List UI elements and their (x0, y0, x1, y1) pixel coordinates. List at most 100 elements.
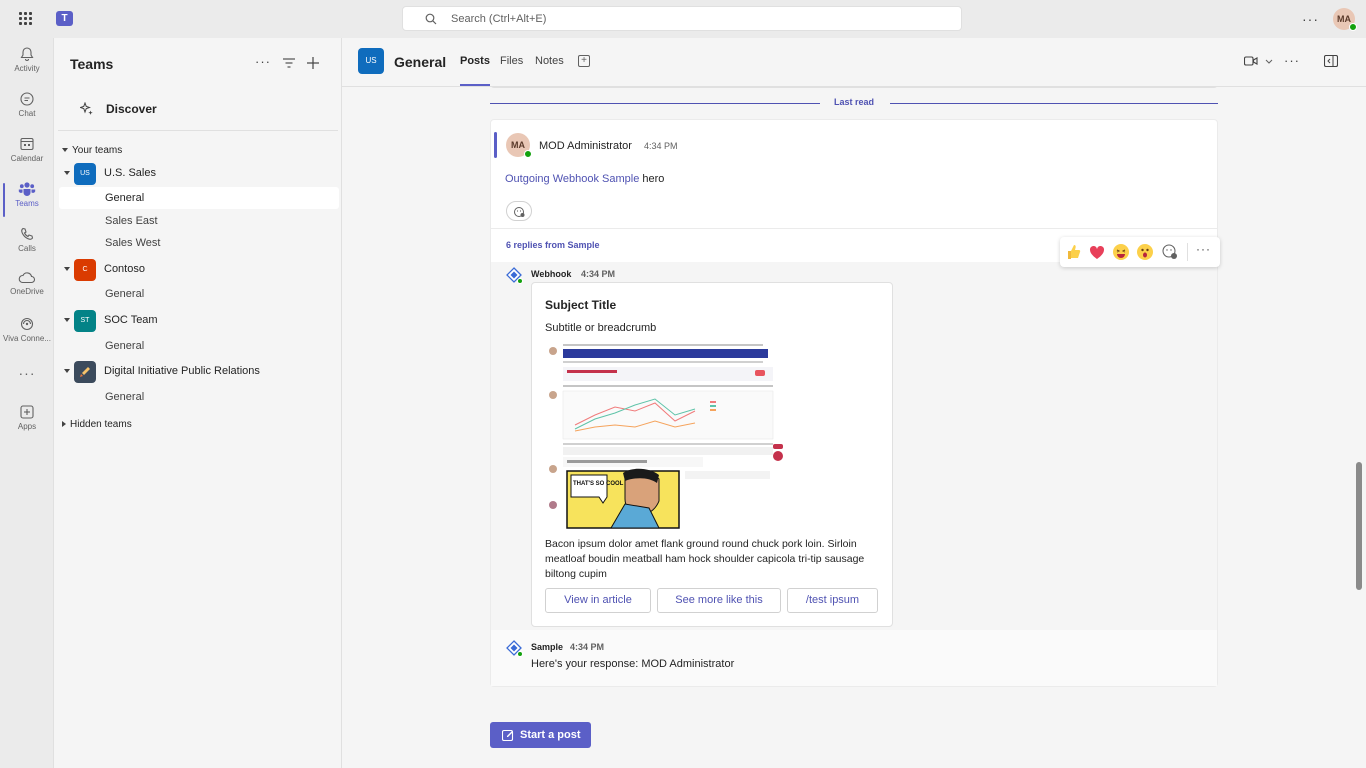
view-in-article-button[interactable]: View in article (545, 588, 651, 613)
divider (491, 228, 1217, 229)
tab-files[interactable]: Files (500, 55, 523, 67)
last-read-divider: Last read (490, 97, 1218, 109)
settings-more-icon[interactable]: ··· (1302, 11, 1319, 27)
search-input[interactable]: Search (Ctrl+Alt+E) (402, 6, 962, 31)
presence-available-icon (1349, 23, 1357, 31)
profile-avatar[interactable]: MA (1333, 8, 1357, 31)
add-reaction-button[interactable] (506, 201, 532, 221)
rail-item-activity[interactable]: Activity (0, 46, 54, 90)
card-hero-image: THAT'S SO COOL (545, 341, 881, 531)
rail-item-calendar[interactable]: Calendar (0, 136, 54, 180)
team-us-sales[interactable]: US U.S. Sales (62, 161, 338, 185)
channel-general-soc-team[interactable]: General (59, 335, 339, 357)
team-soc-team[interactable]: ST SOC Team (62, 308, 338, 332)
conversation-thread: MA MOD Administrator 4:34 PM Outgoing We… (490, 119, 1218, 687)
more-options-icon[interactable]: ··· (1196, 242, 1211, 256)
add-team-icon[interactable] (304, 54, 322, 72)
channel-header: US General Posts Files Notes + ··· (342, 38, 1366, 87)
post-body: Outgoing Webhook Sample hero (505, 173, 664, 185)
rail-label: Calendar (10, 154, 44, 163)
like-emoji-icon[interactable] (1064, 243, 1082, 261)
message-pane[interactable]: Last read MA MOD Administrator 4:34 PM O… (342, 87, 1366, 768)
more-options-icon[interactable]: ··· (254, 54, 272, 72)
add-tab-icon[interactable]: + (578, 55, 590, 67)
rail-item-onedrive[interactable]: OneDrive (0, 271, 54, 315)
card-image-caption: THAT'S SO COOL (573, 481, 624, 487)
open-side-panel-icon[interactable] (1324, 55, 1338, 67)
channel-general-digital-initiative[interactable]: General (59, 386, 339, 408)
reply-author[interactable]: Webhook (531, 269, 571, 279)
discover-label: Discover (106, 102, 157, 116)
channel-general-us-sales[interactable]: General (59, 187, 339, 209)
more-options-icon[interactable]: ··· (1284, 53, 1300, 68)
panel-title: Teams (70, 56, 114, 72)
reply-author[interactable]: Sample (531, 642, 563, 652)
tab-notes[interactable]: Notes (535, 55, 564, 67)
filter-icon[interactable] (280, 54, 298, 72)
video-call-icon[interactable] (1244, 55, 1258, 67)
scrollbar-thumb[interactable] (1356, 462, 1362, 590)
team-contoso[interactable]: C Contoso (62, 257, 338, 281)
rail-item-teams[interactable]: Teams (0, 181, 54, 225)
presence-available-icon (517, 651, 523, 657)
rail-item-chat[interactable]: Chat (0, 91, 54, 135)
hidden-teams-header[interactable]: Hidden teams (62, 419, 132, 430)
previous-post-edge (490, 87, 1218, 88)
rail-item-apps[interactable]: Apps (0, 404, 54, 448)
rocket-icon (80, 367, 90, 377)
rail-label: Viva Conne... (3, 334, 51, 343)
reply-timestamp: 4:34 PM (581, 269, 616, 279)
presence-available-icon (524, 150, 532, 158)
tab-posts[interactable]: Posts (460, 55, 490, 86)
team-digital-initiative[interactable]: Digital Initiative Public Relations (62, 359, 338, 383)
rail-item-calls[interactable]: Calls (0, 226, 54, 270)
teams-icon (18, 182, 36, 196)
card-title: Subject Title (545, 298, 617, 312)
reply-timestamp: 4:34 PM (570, 642, 605, 652)
see-more-like-this-button[interactable]: See more like this (657, 588, 781, 613)
chevron-down-icon (62, 148, 68, 153)
rail-item-viva-connections[interactable]: Viva Conne... (0, 316, 54, 360)
your-teams-header[interactable]: Your teams (62, 145, 122, 156)
bot-avatar (506, 640, 523, 657)
channel-general-contoso[interactable]: General (59, 283, 339, 305)
surprised-emoji-icon[interactable] (1136, 243, 1154, 261)
channel-label: General (105, 340, 145, 352)
laugh-emoji-icon[interactable] (1112, 243, 1130, 261)
post-link[interactable]: Outgoing Webhook Sample (505, 173, 639, 185)
divider (58, 130, 338, 131)
app-launcher-icon[interactable] (19, 12, 33, 26)
reply-webhook[interactable]: Webhook 4:34 PM Subject Title Subtitle o… (491, 262, 1217, 630)
channel-label: General (105, 391, 145, 403)
team-avatar: US (358, 48, 384, 74)
search-placeholder: Search (Ctrl+Alt+E) (451, 13, 547, 25)
adaptive-card: Subject Title Subtitle or breadcrumb THA… (531, 282, 893, 627)
replies-link[interactable]: 6 replies from Sample (506, 240, 600, 250)
channel-sales-west[interactable]: Sales West (59, 232, 339, 254)
team-name: U.S. Sales (104, 167, 156, 179)
post-author[interactable]: MOD Administrator (539, 140, 632, 152)
chevron-down-icon (64, 369, 70, 373)
emoji-add-icon[interactable] (1161, 243, 1179, 261)
heart-emoji-icon[interactable] (1088, 243, 1106, 261)
profile-initials: MA (1337, 14, 1351, 24)
chevron-down-icon[interactable] (1265, 59, 1273, 65)
chevron-down-icon (64, 318, 70, 322)
divider (1187, 243, 1188, 261)
teams-panel: Teams ··· Discover Your teams US U.S. Sa… (54, 38, 342, 768)
chevron-down-icon (64, 171, 70, 175)
rail-label: Calls (18, 244, 36, 253)
avatar[interactable]: MA (506, 133, 532, 158)
bot-avatar (506, 267, 523, 284)
channel-sales-east[interactable]: Sales East (59, 210, 339, 232)
rail-more-apps-icon[interactable]: ··· (0, 365, 54, 409)
team-avatar (74, 361, 96, 383)
rail-label: OneDrive (10, 287, 44, 296)
presence-available-icon (517, 278, 523, 284)
search-icon (425, 13, 437, 25)
start-post-label: Start a post (520, 729, 581, 741)
test-ipsum-button[interactable]: /test ipsum (787, 588, 878, 613)
rail-label: Teams (15, 199, 39, 208)
start-post-button[interactable]: Start a post (490, 722, 591, 748)
rail-label: Chat (18, 109, 36, 118)
